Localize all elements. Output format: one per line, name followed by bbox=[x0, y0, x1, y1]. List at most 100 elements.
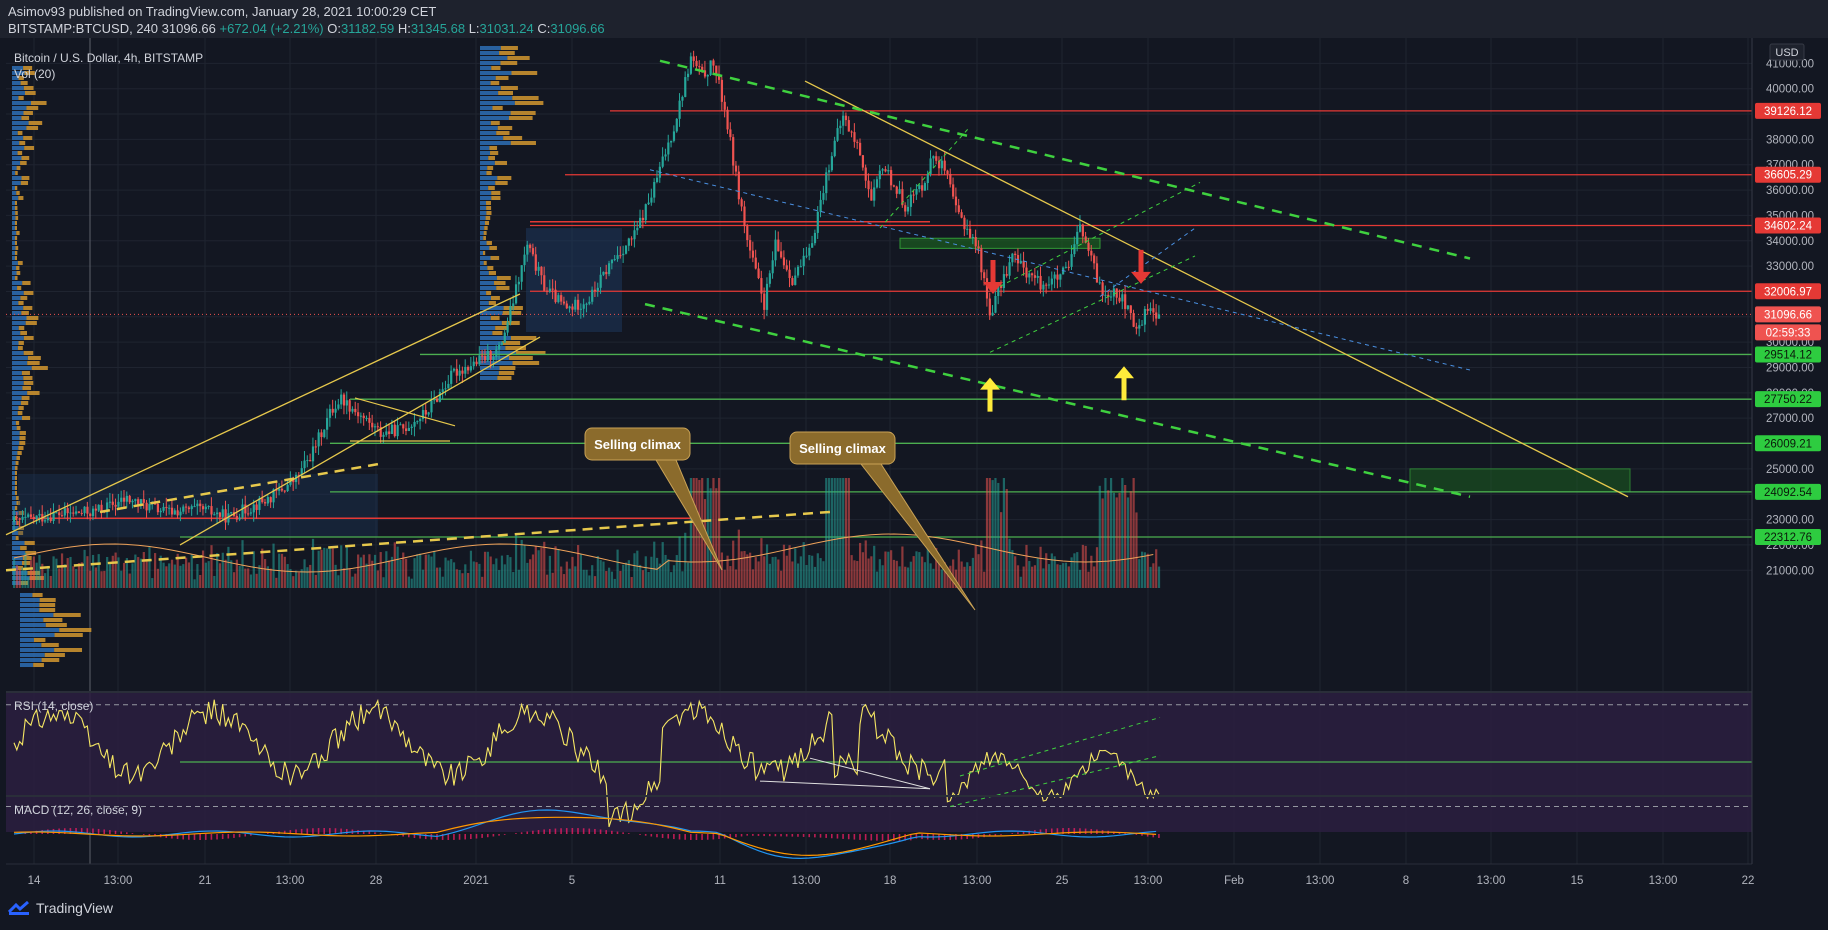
volume-profile-left bbox=[15, 221, 17, 225]
candle-body bbox=[1002, 274, 1006, 288]
candle-body bbox=[148, 503, 151, 511]
volume-bar bbox=[537, 550, 540, 588]
candle-body bbox=[622, 253, 625, 256]
macd-histogram-bar bbox=[577, 828, 579, 834]
volume-bar bbox=[799, 556, 802, 588]
candle-body bbox=[974, 236, 977, 247]
volume-profile-mid bbox=[497, 176, 512, 180]
volume-profile-left bbox=[12, 301, 19, 305]
volume-bar bbox=[670, 572, 673, 588]
volume-bar bbox=[139, 558, 143, 588]
macd-histogram-bar bbox=[142, 834, 145, 835]
candle-body bbox=[201, 506, 205, 510]
volume-profile-mid bbox=[486, 206, 492, 210]
volume-bar bbox=[531, 554, 535, 588]
volume-bar bbox=[768, 563, 771, 588]
volume-bar bbox=[89, 570, 92, 588]
resistance-price-chip-label: 32006.97 bbox=[1764, 286, 1812, 298]
volume-profile-left bbox=[24, 541, 35, 545]
price-tick-label: 33000.00 bbox=[1766, 261, 1814, 273]
volume-profile-left bbox=[12, 391, 28, 395]
symbol-label[interactable]: BITSTAMP:BTCUSD, 240 bbox=[8, 21, 158, 36]
candle-body bbox=[469, 366, 473, 371]
candle-body bbox=[695, 60, 698, 67]
volume-bar bbox=[593, 576, 597, 588]
macd-histogram-bar bbox=[819, 834, 822, 838]
candle-body bbox=[416, 421, 419, 423]
macd-histogram-bar bbox=[470, 834, 472, 840]
candle-body bbox=[492, 356, 495, 360]
volume-profile-left bbox=[12, 551, 26, 555]
volume-bar bbox=[734, 569, 738, 588]
time-tick-label: Feb bbox=[1224, 875, 1244, 887]
volume-bar bbox=[438, 567, 442, 588]
candle-body bbox=[796, 266, 800, 276]
macd-histogram-bar bbox=[131, 833, 134, 834]
volume-profile-bottom bbox=[32, 593, 43, 597]
volume-bar bbox=[1135, 512, 1138, 588]
candle-body bbox=[467, 366, 470, 371]
volume-profile-mid bbox=[480, 196, 492, 200]
macd-histogram-bar bbox=[622, 832, 624, 834]
macd-histogram-bar bbox=[571, 828, 574, 834]
candle-body bbox=[29, 514, 33, 517]
volume-profile-left bbox=[23, 381, 34, 385]
volume-profile-left bbox=[12, 336, 24, 340]
volume-bar bbox=[655, 557, 659, 588]
volume-profile-left bbox=[12, 471, 15, 475]
volume-bar bbox=[340, 545, 343, 588]
candle-body bbox=[540, 266, 543, 276]
candle-body bbox=[960, 212, 963, 218]
volume-bar bbox=[827, 478, 831, 588]
volume-profile-left bbox=[12, 346, 18, 350]
volume-bar bbox=[915, 551, 918, 588]
volume-profile-mid bbox=[494, 281, 506, 285]
volume-bar bbox=[557, 549, 560, 588]
price-tick-label: 21000.00 bbox=[1766, 565, 1814, 577]
volume-profile-mid bbox=[488, 186, 495, 190]
macd-histogram-bar bbox=[650, 834, 653, 837]
candle-body bbox=[44, 520, 47, 522]
volume-profile-bottom bbox=[54, 633, 83, 637]
volume-profile-left bbox=[12, 126, 27, 130]
candle-body bbox=[1036, 275, 1039, 278]
candle-body bbox=[286, 484, 289, 492]
price-chart[interactable]: Selling climaxSelling climax 60.0040.004… bbox=[0, 38, 1828, 888]
candle-body bbox=[216, 512, 219, 515]
time-axis[interactable]: 14 13:00 21 13:00 28 2021 5 11 13:00 18 13:00 25 13:… bbox=[28, 875, 1755, 887]
last-price: 31096.66 bbox=[161, 21, 216, 36]
volume-profile-mid bbox=[490, 296, 500, 300]
candle-body bbox=[1005, 274, 1008, 276]
candle-body bbox=[585, 303, 588, 305]
macd-histogram-bar bbox=[644, 834, 647, 836]
macd-histogram-bar bbox=[368, 831, 371, 834]
candle-body bbox=[117, 501, 120, 507]
tradingview-brand[interactable]: TradingView bbox=[8, 900, 113, 916]
candle-body bbox=[261, 498, 264, 503]
macd-histogram-bar bbox=[210, 834, 213, 840]
volume-profile-left bbox=[12, 151, 18, 155]
volume-profile-left bbox=[22, 281, 31, 285]
volume-profile-mid bbox=[480, 346, 506, 350]
candle-body bbox=[943, 160, 946, 171]
candle-body bbox=[1033, 275, 1037, 278]
volume-bar bbox=[960, 561, 963, 588]
volume-bar bbox=[18, 569, 21, 588]
volume-profile-mid bbox=[490, 316, 500, 320]
volume-bar bbox=[1033, 565, 1037, 588]
candle-body bbox=[749, 240, 752, 251]
candle-body bbox=[940, 160, 943, 169]
candle-body bbox=[977, 246, 980, 249]
volume-profile-bottom bbox=[20, 613, 54, 617]
volume-bar bbox=[878, 559, 881, 588]
volume-profile-mid bbox=[488, 271, 497, 275]
macd-histogram-bar bbox=[695, 834, 698, 840]
volume-bar bbox=[771, 557, 774, 588]
volume-profile-mid bbox=[509, 356, 533, 360]
candle-body bbox=[483, 356, 487, 361]
volume-profile-left bbox=[23, 86, 34, 90]
candle-body bbox=[230, 512, 233, 514]
candle-body bbox=[833, 140, 836, 157]
volume-bar bbox=[29, 560, 33, 588]
candle-body bbox=[247, 513, 250, 515]
